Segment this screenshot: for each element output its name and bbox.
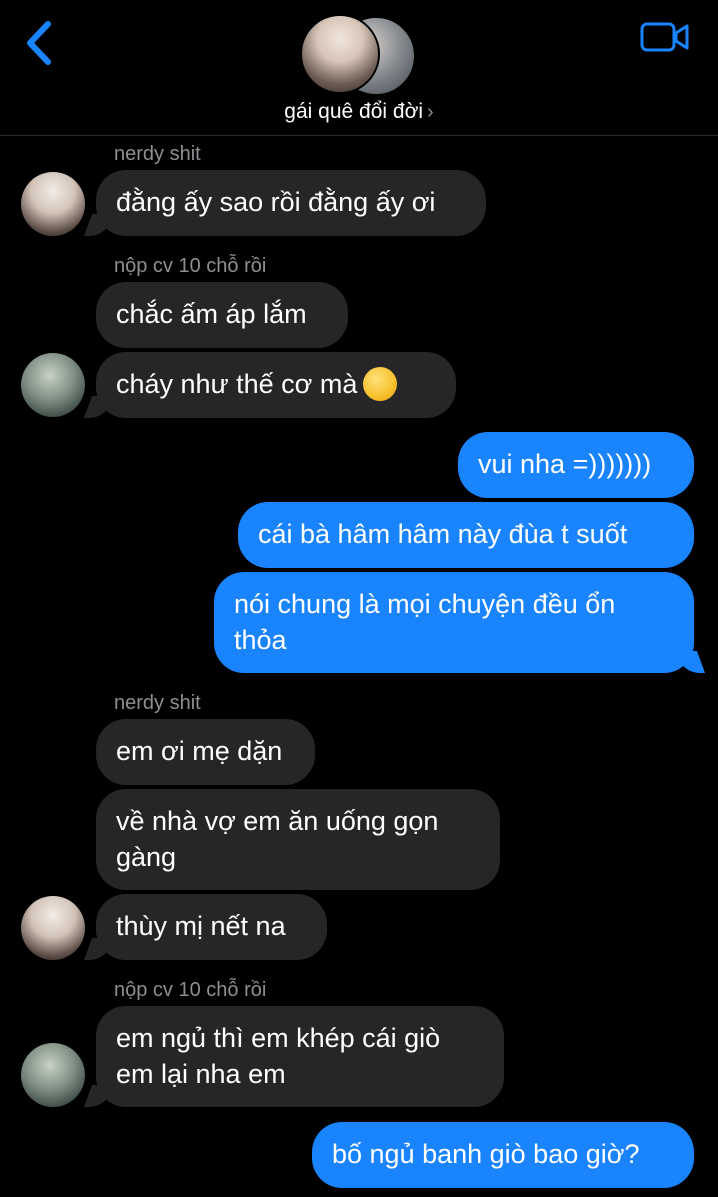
video-camera-icon[interactable] bbox=[640, 20, 690, 54]
message-text: bố ngủ banh giò bao giờ? bbox=[332, 1139, 640, 1169]
avatar[interactable] bbox=[21, 353, 85, 417]
message-bubble-incoming[interactable]: đằng ấy sao rồi đằng ấy ơi bbox=[96, 170, 486, 236]
chat-header: gái quê đổi đời › bbox=[0, 0, 718, 136]
message-bubble-incoming[interactable]: cháy như thế cơ mà bbox=[96, 352, 456, 418]
message-text: vui nha =))))))) bbox=[478, 449, 652, 479]
avatar[interactable] bbox=[21, 1043, 85, 1107]
message-text: nói chung là mọi chuyện đều ổn thỏa bbox=[234, 589, 616, 655]
message-bubble-incoming[interactable]: về nhà vợ em ăn uống gọn gàng bbox=[96, 789, 500, 890]
message-bubble-incoming[interactable]: em ngủ thì em khép cái giò em lại nha em bbox=[96, 1006, 504, 1107]
message-bubble-outgoing[interactable]: nói chung là mọi chuyện đều ổn thỏa bbox=[214, 572, 694, 673]
message-bubble-incoming[interactable]: em ơi mẹ dặn bbox=[96, 719, 315, 785]
message-text: em ngủ thì em khép cái giò em lại nha em bbox=[116, 1023, 441, 1089]
avatar bbox=[300, 14, 380, 94]
group-avatar[interactable] bbox=[300, 14, 418, 96]
message-bubble-outgoing[interactable]: bố ngủ banh giò bao giờ? bbox=[312, 1122, 694, 1188]
message-bubble-outgoing[interactable]: cái bà hâm hâm này đùa t suốt bbox=[238, 502, 694, 568]
message-text: chắc ấm áp lắm bbox=[116, 299, 307, 329]
sender-name: nộp cv 10 chỗ rồi bbox=[114, 255, 267, 277]
message-text: cái bà hâm hâm này đùa t suốt bbox=[258, 519, 628, 549]
hand-over-mouth-emoji-icon bbox=[363, 366, 398, 401]
chevron-left-icon[interactable] bbox=[22, 20, 58, 66]
avatar[interactable] bbox=[21, 172, 85, 236]
message-text: đằng ấy sao rồi đằng ấy ơi bbox=[116, 187, 436, 217]
message-text: thùy mị nết na bbox=[116, 911, 286, 941]
group-name-label: gái quê đổi đời bbox=[284, 100, 424, 123]
group-title[interactable]: gái quê đổi đời › bbox=[0, 100, 718, 124]
message-text: về nhà vợ em ăn uống gọn gàng bbox=[116, 806, 439, 872]
message-bubble-incoming[interactable]: chắc ấm áp lắm bbox=[96, 282, 348, 348]
message-text: cháy như thế cơ mà bbox=[116, 369, 358, 399]
sender-name: nộp cv 10 chỗ rồi bbox=[114, 979, 267, 1001]
sender-name: nerdy shit bbox=[114, 143, 201, 165]
message-text: em ơi mẹ dặn bbox=[116, 736, 283, 766]
sender-name: nerdy shit bbox=[114, 692, 201, 714]
message-bubble-outgoing[interactable]: vui nha =))))))) bbox=[458, 432, 694, 498]
message-bubble-incoming[interactable]: thùy mị nết na bbox=[96, 894, 327, 960]
chevron-right-icon: › bbox=[427, 101, 434, 123]
avatar[interactable] bbox=[21, 896, 85, 960]
